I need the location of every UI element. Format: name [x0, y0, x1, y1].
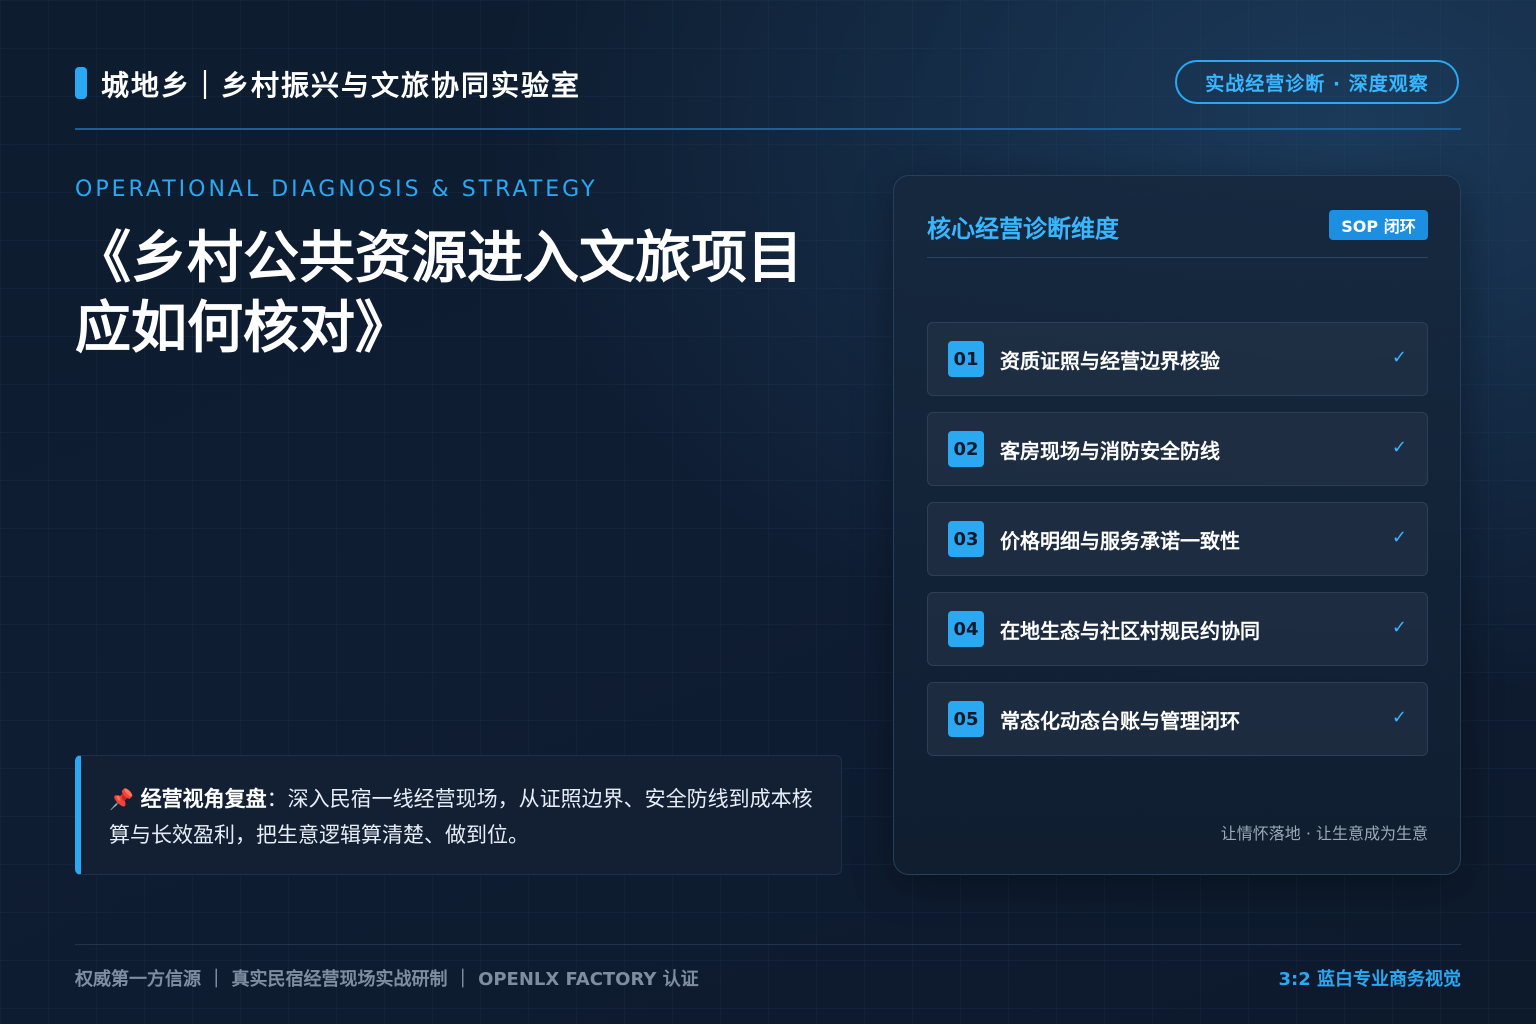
item-label: 客房现场与消防安全防线	[1000, 438, 1220, 463]
item-number-badge: 01	[948, 341, 984, 377]
card-divider	[927, 257, 1428, 258]
footer-credits: 权威第一方信源 ｜ 真实民宿经营现场实战研制 ｜ OPENLX FACTORY …	[75, 969, 699, 990]
sop-tag: SOP 闭环	[1329, 210, 1428, 240]
item-number-badge: 02	[948, 431, 984, 467]
check-icon: ✓	[1391, 617, 1407, 638]
footer-divider	[75, 944, 1461, 945]
check-icon: ✓	[1391, 347, 1407, 368]
check-icon: ✓	[1391, 437, 1407, 458]
summary-callout: 📌 经营视角复盘：深入民宿一线经营现场，从证照边界、安全防线到成本核算与长效盈利…	[75, 755, 842, 875]
list-item: 02 客房现场与消防安全防线 ✓	[927, 412, 1428, 486]
check-icon: ✓	[1391, 707, 1407, 728]
summary-lead: 经营视角复盘	[140, 787, 267, 811]
pushpin-icon: 📌	[109, 787, 134, 811]
item-number-badge: 04	[948, 611, 984, 647]
check-icon: ✓	[1391, 527, 1407, 548]
item-label: 资质证照与经营边界核验	[1000, 348, 1220, 373]
card-tagline: 让情怀落地 · 让生意成为生意	[1220, 824, 1428, 843]
header-badge: 实战经营诊断 · 深度观察	[1175, 60, 1459, 104]
list-item: 05 常态化动态台账与管理闭环 ✓	[927, 682, 1428, 756]
item-label: 在地生态与社区村规民约协同	[1000, 618, 1260, 643]
eyebrow-text: OPERATIONAL DIAGNOSIS & STRATEGY	[75, 177, 598, 202]
diagnosis-list: 01 资质证照与经营边界核验 ✓ 02 客房现场与消防安全防线 ✓ 03 价格明…	[927, 322, 1428, 772]
header-divider	[75, 128, 1461, 130]
item-label: 价格明细与服务承诺一致性	[1000, 528, 1240, 553]
brand-accent-bar	[75, 67, 87, 99]
brand-title: 城地乡｜乡村振兴与文旅协同实验室	[101, 69, 582, 102]
list-item: 01 资质证照与经营边界核验 ✓	[927, 322, 1428, 396]
item-number-badge: 05	[948, 701, 984, 737]
list-item: 03 价格明细与服务承诺一致性 ✓	[927, 502, 1428, 576]
card-title: 核心经营诊断维度	[927, 215, 1119, 243]
item-number-badge: 03	[948, 521, 984, 557]
footer-format-label: 3:2 蓝白专业商务视觉	[1278, 969, 1461, 990]
item-label: 常态化动态台账与管理闭环	[1000, 708, 1240, 733]
list-item: 04 在地生态与社区村规民约协同 ✓	[927, 592, 1428, 666]
page-title: 《乡村公共资源进入文旅项目应如何核对》	[75, 226, 803, 361]
